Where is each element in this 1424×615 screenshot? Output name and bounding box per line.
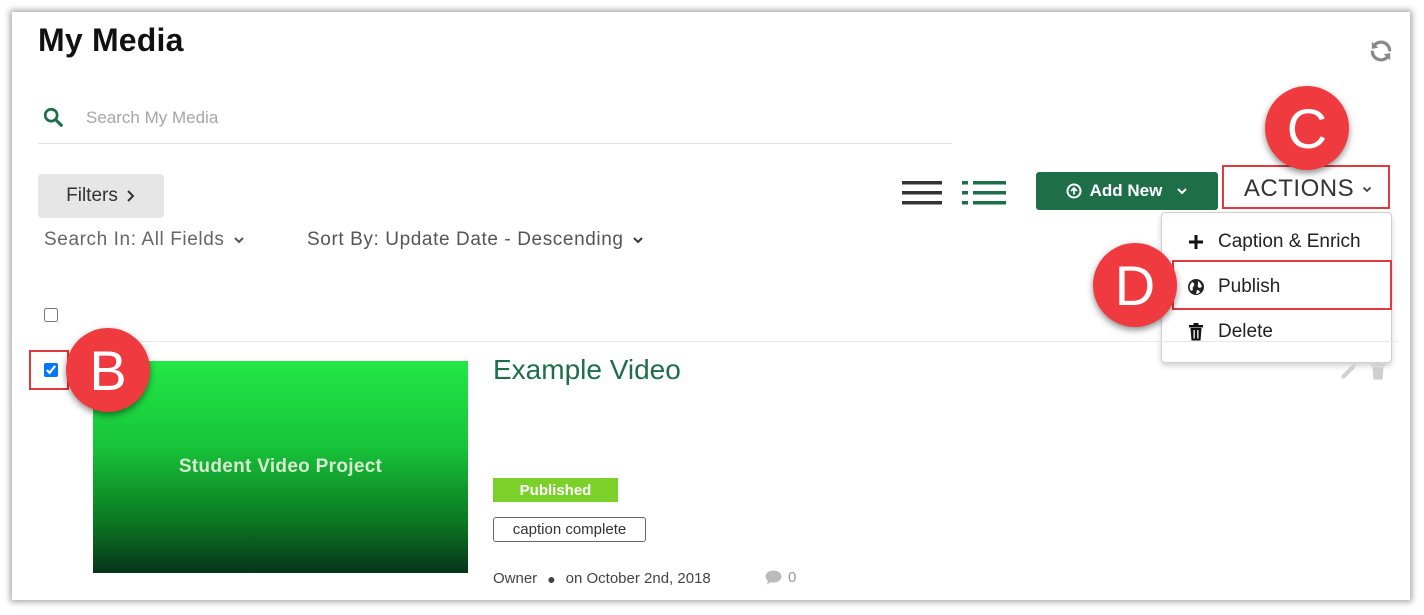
search-input[interactable] (84, 102, 948, 134)
menu-item-caption-enrich[interactable]: Caption & Enrich (1162, 220, 1391, 264)
caption-tag[interactable]: caption complete (493, 517, 646, 542)
status-badge: Published (493, 478, 618, 502)
chevron-down-icon (233, 237, 244, 244)
search-icon (43, 107, 63, 127)
filters-button[interactable]: Filters (38, 174, 164, 218)
sort-by-label: Sort By: Update Date - Descending (307, 229, 624, 250)
trash-icon[interactable] (1370, 362, 1386, 380)
chevron-down-icon (632, 237, 643, 244)
plus-icon (1186, 232, 1206, 252)
chevron-down-icon (1177, 188, 1188, 195)
add-new-button[interactable]: Add New (1036, 172, 1218, 210)
select-all-checkbox[interactable] (44, 308, 58, 322)
search-underline (38, 143, 952, 144)
comment-icon (765, 570, 782, 585)
search-in-label: Search In: All Fields (44, 229, 225, 250)
my-media-page: My Media Filters Add New (12, 12, 1410, 600)
refresh-icon[interactable] (1368, 38, 1394, 64)
annotation-badge-b: B (66, 328, 150, 412)
annotation-badge-c: C (1265, 86, 1349, 170)
publish-highlight-box (1172, 260, 1392, 310)
annotation-badge-d: D (1093, 243, 1177, 327)
actions-label: ACTIONS (1243, 175, 1355, 202)
actions-button[interactable]: ACTIONS (1228, 172, 1388, 206)
comments-number: 0 (788, 569, 797, 586)
chevron-right-icon (127, 190, 135, 202)
search-in-dropdown[interactable]: Search In: All Fields (44, 229, 245, 251)
video-thumbnail[interactable]: Student Video Project (93, 361, 468, 573)
video-title-link[interactable]: Example Video (493, 354, 681, 386)
upload-circle-icon (1066, 183, 1082, 199)
comments-count[interactable]: 0 (765, 569, 796, 586)
separator-dot: ● (547, 570, 556, 587)
row-divider (82, 341, 1398, 342)
sort-by-dropdown[interactable]: Sort By: Update Date - Descending (307, 229, 644, 251)
page-title: My Media (38, 22, 184, 58)
media-item-checkbox[interactable] (44, 363, 58, 377)
menu-item-label: Caption & Enrich (1218, 231, 1361, 252)
menu-item-delete[interactable]: Delete (1162, 310, 1391, 354)
filters-label: Filters (66, 185, 118, 206)
menu-item-label: Delete (1218, 321, 1273, 342)
chevron-down-icon (1363, 186, 1372, 192)
add-new-label: Add New (1089, 181, 1163, 200)
thumbnail-text: Student Video Project (178, 456, 383, 477)
list-view-icon[interactable] (902, 180, 942, 206)
pencil-icon[interactable] (1340, 362, 1358, 380)
owner-label: Owner (493, 570, 538, 587)
detailed-view-icon[interactable] (962, 180, 1006, 206)
media-meta: Owner ● on October 2nd, 2018 (493, 570, 711, 587)
media-date: on October 2nd, 2018 (565, 570, 711, 587)
trash-icon (1186, 322, 1206, 342)
